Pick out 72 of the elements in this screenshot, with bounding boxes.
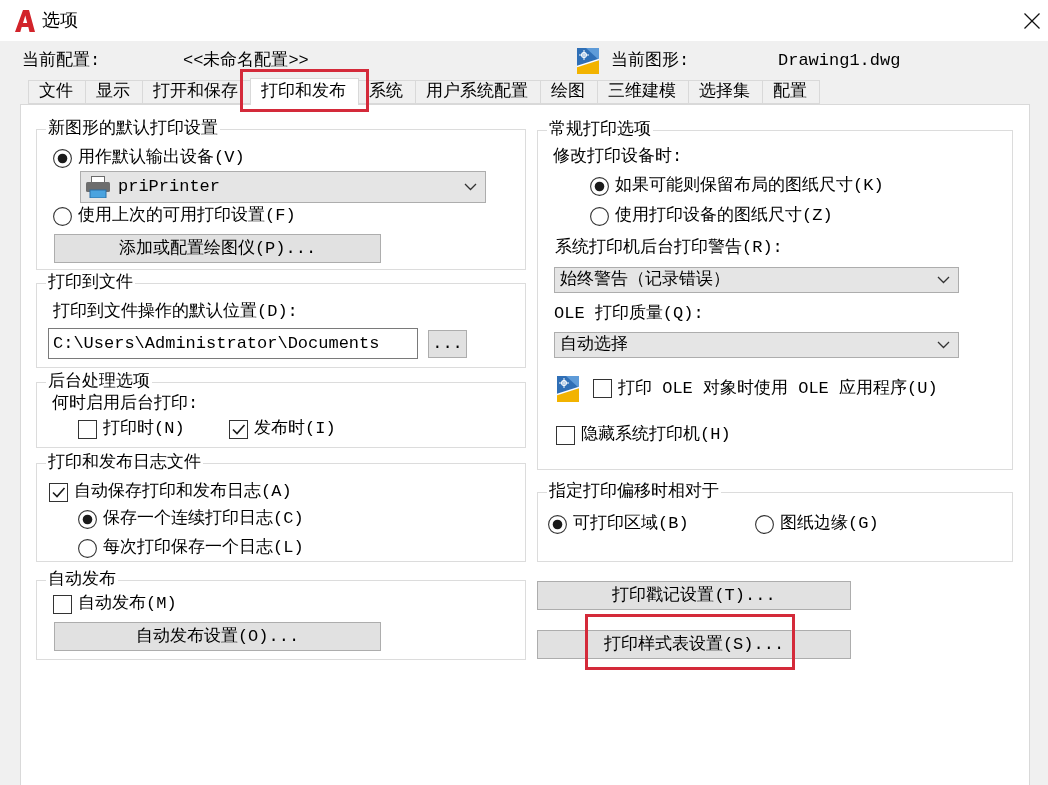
group-title: 打印到文件	[47, 273, 134, 293]
settings-button[interactable]: 打印样式表设置(S)...	[537, 630, 851, 659]
close-icon	[1024, 12, 1040, 29]
group-title: 后台处理选项	[47, 372, 151, 392]
chevron-down-icon	[464, 183, 477, 191]
radio-button[interactable]	[78, 509, 97, 529]
radio-button[interactable]	[590, 176, 609, 196]
tab[interactable]: 三维建模	[597, 80, 689, 104]
drawing-file-icon	[557, 375, 579, 402]
profile-name: <<未命名配置>>	[183, 50, 309, 71]
add-plotter-button[interactable]: 添加或配置绘图仪(P)...	[54, 234, 381, 263]
option-heading: 修改打印设备时:	[553, 147, 683, 167]
chevron-down-icon	[937, 276, 950, 284]
tab[interactable]: 配置	[762, 80, 820, 104]
radio-label[interactable]: 如果可能则保留布局的图纸尺寸(K)	[615, 176, 884, 196]
checkbox-label[interactable]: 打印 OLE 对象时使用 OLE 应用程序(U)	[618, 378, 938, 399]
tab[interactable]: 用户系统配置	[415, 80, 541, 104]
group-title: 自动发布	[47, 570, 117, 590]
checkbox-label[interactable]: 自动发布(M)	[78, 594, 177, 614]
radio-label[interactable]: 可打印区域(B)	[573, 514, 689, 534]
radio-label[interactable]: 用作默认输出设备(V)	[78, 148, 245, 168]
checkbox[interactable]	[229, 419, 248, 439]
profile-label: 当前配置:	[22, 50, 101, 71]
group-title: 指定打印偏移时相对于	[548, 482, 720, 502]
checkbox-label[interactable]: 隐藏系统打印机(H)	[581, 425, 731, 445]
window-title: 选项	[42, 9, 78, 32]
chevron-down-icon	[937, 341, 950, 349]
checkbox[interactable]	[556, 425, 575, 445]
field-label: OLE 打印质量(Q):	[554, 304, 704, 324]
tab[interactable]: 打印和发布	[250, 78, 359, 105]
radio-label[interactable]: 使用上次的可用打印设置(F)	[78, 206, 296, 226]
tab[interactable]: 打开和保存	[142, 80, 251, 104]
radio-label[interactable]: 保存一个连续打印日志(C)	[103, 509, 304, 529]
path-field[interactable]: C:\Users\Administrator\Documents	[48, 328, 418, 359]
browse-button[interactable]: ...	[428, 329, 467, 358]
radio-label[interactable]: 每次打印保存一个日志(L)	[103, 538, 304, 558]
radio-label[interactable]: 图纸边缘(G)	[780, 514, 879, 534]
radio-button[interactable]	[590, 206, 609, 226]
tab[interactable]: 绘图	[540, 80, 598, 104]
device-dropdown[interactable]: priPrinter	[80, 171, 486, 203]
checkbox-label[interactable]: 自动保存打印和发布日志(A)	[74, 482, 292, 502]
checkbox-label[interactable]: 发布时(I)	[254, 419, 336, 439]
radio-button[interactable]	[755, 514, 774, 534]
radio-button[interactable]	[78, 538, 97, 558]
group-title: 打印和发布日志文件	[47, 453, 202, 473]
drawing-file-icon	[577, 47, 599, 74]
option-heading: 何时启用后台打印:	[52, 394, 199, 414]
tab[interactable]: 显示	[85, 80, 143, 104]
auto-publish-settings-button[interactable]: 自动发布设置(O)...	[54, 622, 381, 651]
field-label: 系统打印机后台打印警告(R):	[555, 238, 783, 258]
radio-button[interactable]	[53, 206, 72, 226]
checkbox-label[interactable]: 打印时(N)	[103, 419, 185, 439]
settings-button[interactable]: 打印戳记设置(T)...	[537, 581, 851, 610]
group-title: 常规打印选项	[548, 120, 652, 140]
drawing-name: Drawing1.dwg	[778, 50, 901, 71]
checkbox[interactable]	[49, 482, 68, 502]
printer-icon	[86, 176, 110, 198]
field-label: 打印到文件操作的默认位置(D):	[53, 302, 298, 322]
group-title: 新图形的默认打印设置	[47, 119, 219, 139]
drawing-label: 当前图形:	[611, 50, 690, 71]
tab[interactable]: 选择集	[688, 80, 763, 104]
app-logo-icon	[15, 9, 35, 32]
ole-quality-dropdown[interactable]: 自动选择	[554, 332, 959, 358]
checkbox[interactable]	[593, 379, 612, 398]
checkbox[interactable]	[53, 594, 72, 614]
radio-button[interactable]	[548, 514, 567, 534]
spool-alert-dropdown[interactable]: 始终警告（记录错误）	[554, 267, 959, 293]
radio-label[interactable]: 使用打印设备的图纸尺寸(Z)	[615, 206, 833, 226]
radio-button[interactable]	[53, 148, 72, 168]
tab[interactable]: 系统	[358, 80, 416, 104]
tab[interactable]: 文件	[28, 80, 86, 104]
checkbox[interactable]	[78, 419, 97, 439]
